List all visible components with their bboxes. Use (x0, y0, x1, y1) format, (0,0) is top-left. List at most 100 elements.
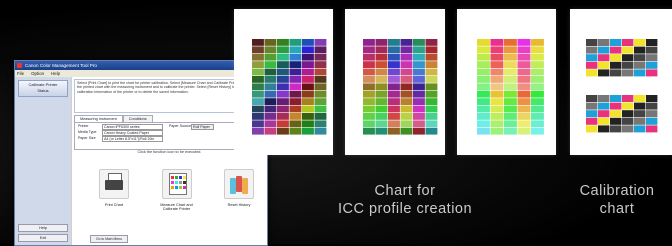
color-patch (413, 46, 425, 54)
color-patch (375, 46, 388, 54)
color-patch (610, 95, 622, 102)
color-patch (363, 113, 375, 120)
color-patch (586, 110, 598, 118)
color-patch (517, 98, 531, 105)
color-patch (375, 127, 388, 135)
paper-source-select[interactable]: Roll Paper (191, 124, 214, 130)
color-patch (264, 61, 277, 68)
print-chart-button[interactable]: Print Chart (94, 169, 134, 212)
color-patch (610, 69, 622, 77)
color-patch (646, 117, 658, 125)
color-patch (610, 110, 622, 118)
color-patch (252, 90, 264, 98)
color-patch (289, 46, 302, 54)
exit-button[interactable]: Exit (18, 234, 68, 242)
color-patch (531, 61, 544, 68)
calibration-caption-line: Calibration (579, 183, 655, 199)
color-patch (504, 113, 517, 120)
color-patch (314, 39, 327, 46)
color-patch (289, 76, 302, 83)
color-patch (277, 76, 289, 83)
menu-file[interactable]: File (17, 70, 24, 77)
calibration-chart-caption: Calibration chart (562, 182, 672, 218)
color-patch (531, 120, 544, 128)
color-patch (264, 68, 277, 76)
icc-chart-caption: Chart for ICC profile creation (300, 182, 510, 218)
color-patch (586, 117, 598, 125)
tab-measuring-instrument[interactable]: Measuring Instrument (74, 115, 123, 122)
color-patch (289, 113, 302, 120)
color-patch (388, 61, 400, 68)
color-patch (314, 61, 327, 68)
color-patch (314, 53, 327, 61)
color-patch (388, 127, 400, 135)
color-patch (517, 90, 531, 98)
sidebar-item-calibrate-printer[interactable]: Calibrate Printer Status (18, 80, 68, 97)
color-patch (289, 127, 302, 135)
color-patch (400, 127, 413, 135)
color-patch (388, 39, 400, 46)
color-patch (490, 61, 504, 68)
go-to-main-menu-button[interactable]: Go to Main Menu (90, 235, 128, 243)
color-patch (622, 69, 634, 77)
help-button[interactable]: Help (18, 224, 68, 232)
color-patch (586, 95, 598, 102)
color-patch (490, 83, 504, 91)
color-patch (646, 39, 658, 46)
color-patch (363, 46, 375, 54)
color-patch (646, 61, 658, 69)
color-patch (425, 53, 438, 61)
color-patch (586, 39, 598, 46)
color-patch (375, 53, 388, 61)
color-patch (531, 98, 544, 105)
color-patch (388, 76, 400, 83)
color-patch (302, 90, 314, 98)
tab-conditions[interactable]: Conditions (122, 115, 153, 122)
color-patch (302, 76, 314, 83)
color-patch (375, 105, 388, 113)
color-patch (277, 53, 289, 61)
color-patch (277, 120, 289, 128)
color-patch (375, 68, 388, 76)
color-patch (363, 90, 375, 98)
color-patch (646, 102, 658, 110)
sidebar-bottom: Help Exit (18, 222, 68, 242)
reset-history-button[interactable]: Reset History (219, 169, 259, 212)
color-patch (610, 125, 622, 133)
icc-chart-sheet-1 (234, 9, 333, 155)
color-patch (277, 83, 289, 91)
color-patch (531, 53, 544, 61)
color-patch (634, 95, 646, 102)
color-patch (413, 53, 425, 61)
color-patch (388, 113, 400, 120)
color-patch (314, 113, 327, 120)
color-patch (504, 83, 517, 91)
color-patch (302, 113, 314, 120)
menu-option[interactable]: Option (31, 70, 44, 77)
color-patch (477, 53, 490, 61)
color-patch (517, 39, 531, 46)
color-patch (252, 127, 264, 135)
color-patch (277, 98, 289, 105)
color-patch (634, 61, 646, 69)
color-patch (490, 113, 504, 120)
measure-calibrate-button[interactable]: Measure Chart and Calibrate Printer (157, 169, 197, 212)
paper-size-field[interactable]: A4 (or Letter 8.5"x11")/Roll 10in (102, 136, 163, 142)
color-patch (598, 117, 610, 125)
color-patch (400, 76, 413, 83)
color-patch (314, 90, 327, 98)
color-patch (622, 117, 634, 125)
icc-chart-sheet-2 (345, 9, 445, 155)
color-patch (264, 46, 277, 54)
color-patch (314, 127, 327, 135)
menu-help[interactable]: Help (51, 70, 60, 77)
color-patch (289, 39, 302, 46)
color-patch (363, 39, 375, 46)
color-patch (302, 61, 314, 68)
color-patch (277, 127, 289, 135)
color-patch (277, 90, 289, 98)
color-patch (517, 105, 531, 113)
color-patch (252, 120, 264, 128)
color-patch (302, 83, 314, 91)
color-patch (477, 105, 490, 113)
